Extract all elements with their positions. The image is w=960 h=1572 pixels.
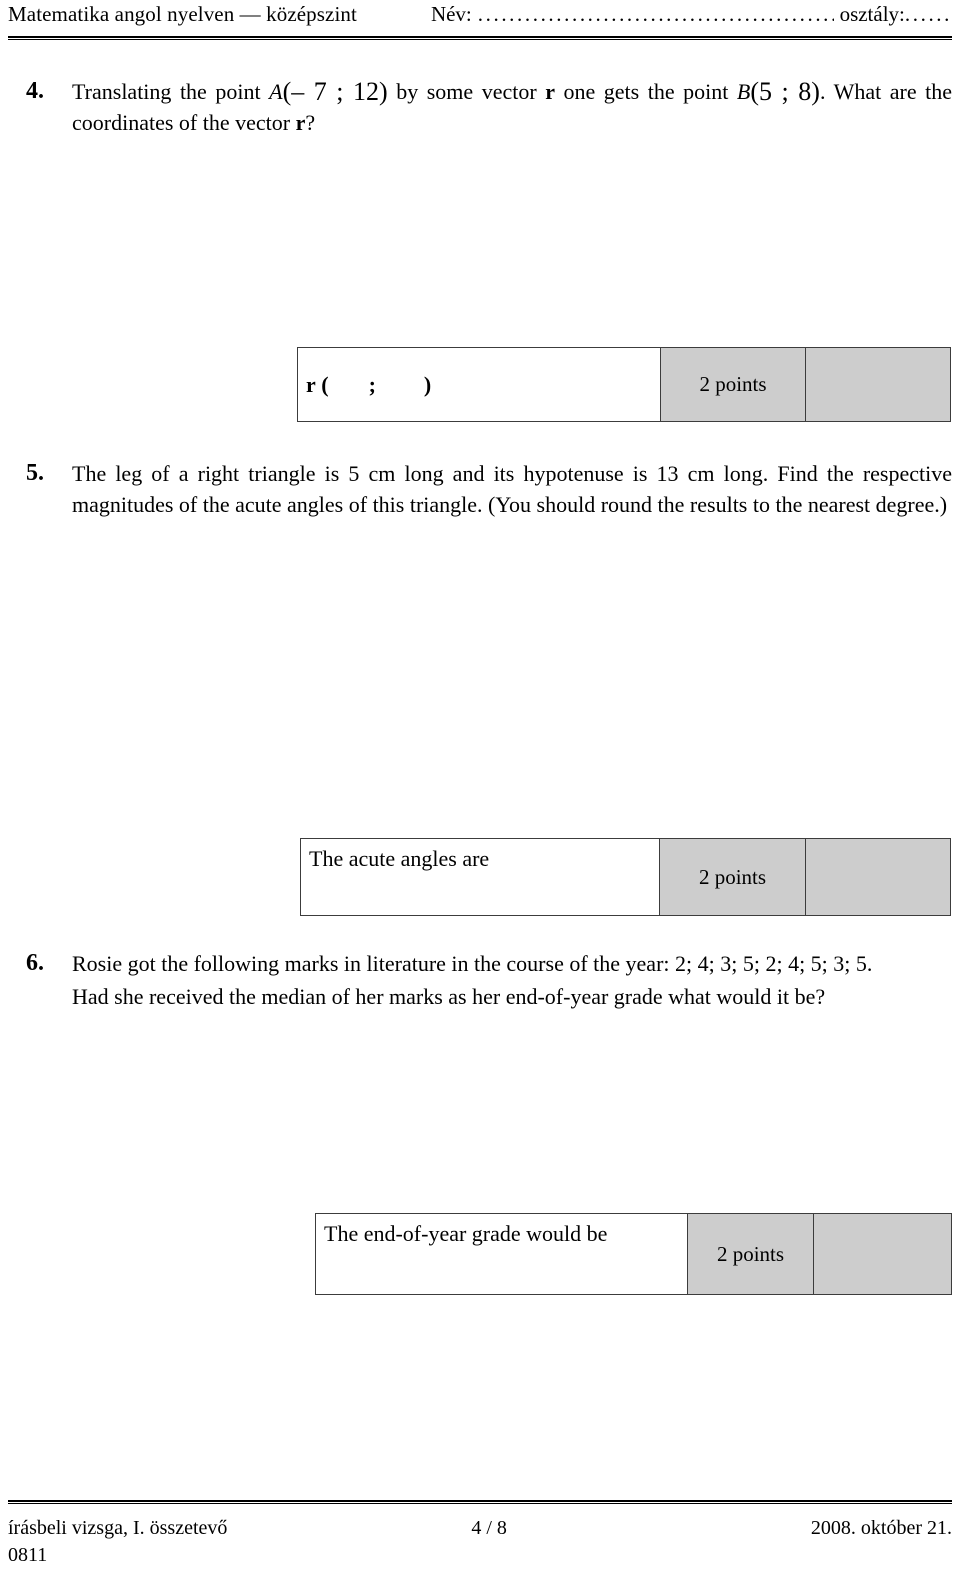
answer-paren-close: )	[423, 371, 432, 397]
question-4-text: Translating the point A(– 7 ; 12) by som…	[72, 76, 952, 138]
question-4-text-part3: one gets the point	[554, 79, 737, 104]
header-name-block: Név: ...................................…	[431, 2, 952, 27]
question-4-point-a-coords: (– 7 ; 12)	[282, 77, 388, 106]
question-6-text-line1: Rosie got the following marks in literat…	[72, 951, 873, 976]
answer-field-question-4[interactable]: r (;)	[298, 348, 660, 421]
points-cell-question-6: 2 points	[687, 1214, 813, 1294]
score-cell-question-5[interactable]	[805, 839, 950, 915]
answer-label-question-5: The acute angles are	[309, 846, 490, 871]
question-5-text: The leg of a right triangle is 5 cm long…	[72, 461, 952, 517]
question-4-number: 4.	[26, 78, 44, 104]
points-cell-question-5: 2 points	[659, 839, 805, 915]
question-6: 6. Rosie got the following marks in lite…	[26, 948, 952, 1012]
footer-exam-code: 0811	[8, 1544, 48, 1566]
question-4-text-part5: ?	[305, 110, 316, 135]
question-4: 4. Translating the point A(– 7 ; 12) by …	[26, 76, 952, 138]
score-cell-question-4[interactable]	[805, 348, 950, 421]
question-6-number: 6.	[26, 950, 44, 976]
page-header: Matematika angol nyelven — középszint Né…	[8, 2, 952, 32]
question-4-point-b-label: B	[736, 79, 751, 104]
question-6-text: Rosie got the following marks in literat…	[72, 948, 952, 1012]
points-cell-question-4: 2 points	[660, 348, 805, 421]
answer-field-question-5[interactable]: The acute angles are	[301, 839, 659, 915]
header-subject-title: Matematika angol nyelven — középszint	[8, 2, 357, 26]
question-4-text-part2: by some vector	[387, 79, 546, 104]
header-class-dotted-line: ......	[904, 2, 952, 26]
footer-row: írásbeli vizsga, I. összetevő 4 / 8 2008…	[8, 1515, 952, 1542]
answer-coord-separator: ;	[368, 371, 376, 397]
page-footer: írásbeli vizsga, I. összetevő 4 / 8 2008…	[8, 1515, 952, 1569]
footer-date: 2008. október 21.	[810, 1517, 952, 1539]
question-6-text-line2: Had she received the median of her marks…	[72, 984, 826, 1009]
question-5: 5. The leg of a right triangle is 5 cm l…	[26, 458, 952, 520]
answer-vector-label: r	[306, 371, 316, 397]
header-name-dotted-line: ........................................…	[477, 2, 834, 26]
answer-box-question-5: The acute angles are 2 points	[300, 838, 951, 916]
question-4-vector-symbol-2: r	[295, 110, 306, 135]
footer-exam-label: írásbeli vizsga, I. összetevő	[8, 1517, 228, 1539]
header-name-label: Név:	[430, 2, 472, 26]
answer-vector-notation: r (;)	[306, 371, 431, 399]
footer-divider-rule	[8, 1500, 952, 1504]
header-class-label: osztály:	[839, 2, 905, 26]
answer-paren-open: (	[321, 371, 329, 397]
answer-box-question-4: r (;) 2 points	[297, 347, 951, 422]
answer-box-question-6: The end-of-year grade would be 2 points	[315, 1213, 952, 1295]
answer-label-question-6: The end-of-year grade would be	[324, 1221, 608, 1246]
answer-field-question-6[interactable]: The end-of-year grade would be	[316, 1214, 687, 1294]
question-5-number: 5.	[26, 460, 44, 486]
footer-page-number: 4 / 8	[471, 1517, 507, 1539]
question-4-point-a-label: A	[269, 79, 283, 104]
score-cell-question-6[interactable]	[813, 1214, 951, 1294]
header-divider-rule	[8, 36, 952, 40]
question-4-vector-symbol: r	[545, 79, 555, 104]
question-4-text-part1: Translating the point	[72, 79, 270, 104]
question-4-point-b-coords: (5 ; 8)	[750, 77, 820, 106]
